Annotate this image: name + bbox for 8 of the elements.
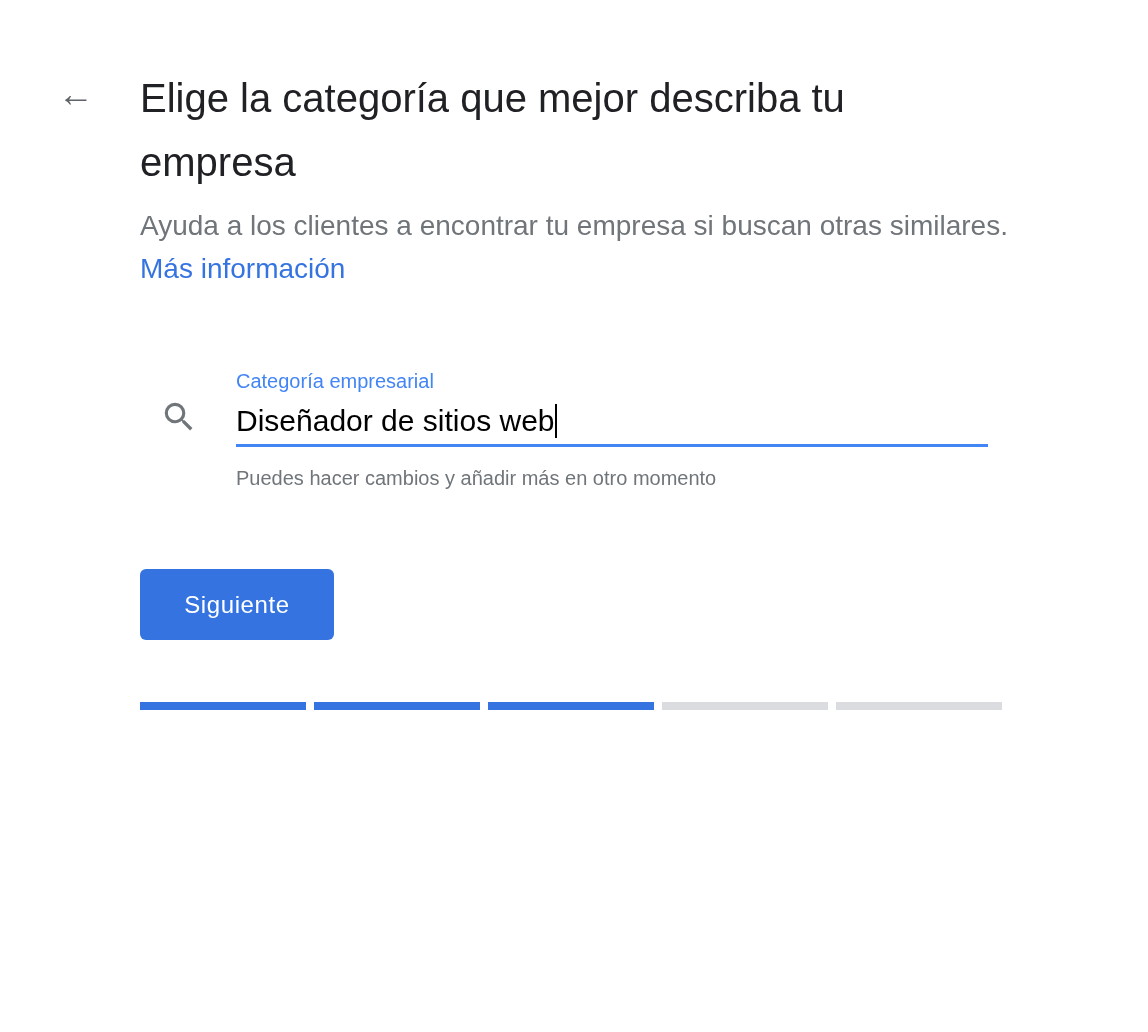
next-button[interactable]: Siguiente xyxy=(140,569,334,640)
input-field[interactable]: Diseñador de sitios web xyxy=(236,402,988,447)
back-button[interactable]: ← xyxy=(56,74,96,114)
description: Ayuda a los clientes a encontrar tu empresa si buscan otras similares. Más información xyxy=(140,209,1009,286)
page-title: Elige la categoría que mejor describa tu empresa xyxy=(140,75,846,186)
field-label: Categoría empresarial xyxy=(236,369,434,394)
more-info-link[interactable]: Más información xyxy=(140,253,346,284)
helper-text: Puedes hacer cambios y añadir más en otro momento xyxy=(236,466,717,491)
